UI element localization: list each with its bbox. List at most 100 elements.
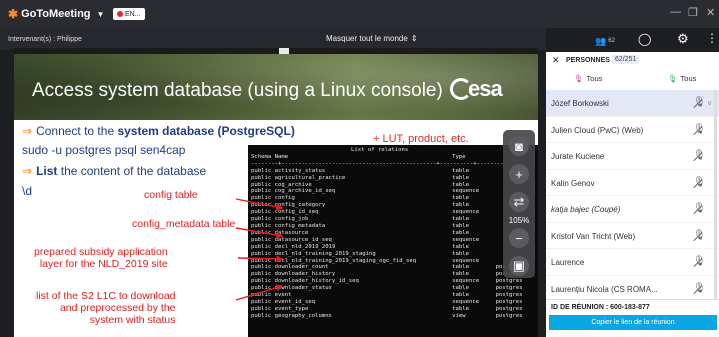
participant-item[interactable]: katja bajec (Coupé) 🎙 [546, 196, 719, 223]
hide-all-label: Masquer tout le monde [326, 34, 408, 43]
terminal-cell: public [251, 271, 272, 278]
muted-mic-icon[interactable]: 🎙 [693, 283, 706, 294]
slide-edge-mark [279, 48, 289, 54]
filter-muted-all[interactable]: 🎙 Tous [574, 74, 602, 83]
terminal-cell: config_category [274, 202, 326, 209]
terminal-row: public agricultural_practice table [251, 175, 535, 182]
participant-item[interactable]: Józef Borkowski 🎙 ∨ [546, 90, 719, 117]
terminal-row: public config_category table [251, 202, 535, 209]
copy-link-button[interactable]: Copier le lien de la réunion [549, 315, 717, 330]
app-menu[interactable]: ✱ GoToMeeting ▼ [8, 7, 104, 21]
terminal-row: public config_metadata table [251, 223, 535, 230]
more-options-icon[interactable]: ⋮ [706, 31, 718, 45]
describe-command: \d [22, 184, 33, 198]
zoom-out-button[interactable]: − [509, 228, 529, 248]
updown-chevron-icon: ⇕ [410, 34, 418, 43]
terminal-header-cell: Schema [251, 153, 272, 160]
terminal-row: public downloader_history_id_seq sequence p… [251, 278, 535, 285]
participant-item[interactable]: Julien Cloud (PwC) (Web) 🎙 [546, 117, 719, 143]
muted-mic-icon[interactable]: 🎙 [693, 230, 706, 241]
terminal-cell: event_type [274, 305, 309, 312]
annotation-config-table: config table [144, 189, 198, 201]
terminal-cell: postgres [495, 278, 523, 285]
camera-icon[interactable]: ◙ [509, 136, 529, 156]
participant-name: Jurate Kuciene [551, 152, 605, 161]
presenter-strip: Intervenant(s) : Philippe Masquer tout l… [0, 28, 546, 50]
participant-name: Julien Cloud (PwC) (Web) [551, 125, 644, 135]
close-panel-icon[interactable]: ✕ [552, 55, 560, 66]
gear-icon[interactable]: ⚙ [677, 31, 689, 47]
terminal-row: public activity_status table [251, 168, 535, 175]
recording-badge[interactable]: EN... [113, 8, 145, 20]
terminal-row: publicdownloader_counttablepostgres [251, 264, 535, 271]
terminal-cell: postgres [495, 298, 523, 305]
terminal-cell: sequence [452, 236, 480, 243]
terminal-cell: table [452, 243, 470, 250]
terminal-cell: public [251, 278, 272, 285]
terminal-cell: cog_archive_id_seq [274, 188, 336, 195]
annotation-subsidy-layer: prepared subsidy application layer for th… [34, 246, 168, 270]
filter-unmuted-all[interactable]: 🎙 Tous [668, 74, 696, 83]
terminal-cell: table [452, 202, 470, 209]
terminal-row: publicdownloader_historytablepostgres [251, 271, 535, 278]
muted-mic-icon[interactable]: 🎙 [693, 256, 706, 267]
fullscreen-icon[interactable]: ▣ [509, 256, 529, 276]
close-window-icon[interactable]: ✕ [706, 6, 715, 19]
participant-name: Laurențiu Nicola (CS ROMA... [551, 284, 658, 294]
terminal-cell: config [274, 195, 295, 202]
terminal-cell: table [452, 195, 470, 202]
annotation-line: and preprocessed by the [59, 302, 176, 314]
people-icon: 👥 [595, 35, 607, 46]
annotation-line: layer for the NLD_2019 site [39, 258, 168, 270]
annotation-line: system with status [89, 314, 176, 326]
people-tab[interactable]: 👥 62 [585, 30, 625, 54]
terminal-row: public downloader_status table postgres [251, 285, 535, 292]
bullet-arrow-icon: ⇒ [22, 124, 33, 138]
terminal-cell: public [251, 312, 272, 319]
terminal-cell: sequence [452, 278, 480, 285]
participant-item[interactable]: Kristof Van Tricht (Web) 🎙 [546, 223, 719, 249]
meeting-id: ID DE RÉUNION : 600-183-877 [551, 304, 650, 311]
muted-mic-icon[interactable]: 🎙 [693, 177, 706, 188]
participant-name: Laurence [551, 258, 585, 267]
terminal-cell: postgres [495, 312, 523, 319]
chat-icon[interactable]: ◯ [638, 32, 651, 46]
terminal-cell: public [251, 285, 272, 292]
muted-mic-icon[interactable]: 🎙 [693, 150, 706, 161]
participant-scrollbar[interactable] [714, 90, 717, 300]
participant-list: Józef Borkowski 🎙 ∨ Julien Cloud (PwC) (Web… [546, 90, 719, 329]
terminal-cell: postgres [495, 305, 523, 312]
participant-item[interactable]: Laurence 🎙 [546, 249, 719, 276]
muted-mic-icon[interactable]: 🎙 [693, 97, 706, 108]
bullet-connect-bold: system database (PostgreSQL) [117, 124, 295, 138]
muted-mic-icon[interactable]: 🎙 [693, 124, 706, 135]
people-panel: ✕ PERSONNES 62/251 🎙 Tous 🎙 Tous Józef Bor… [546, 52, 719, 337]
bullet-list-bold: List [36, 164, 58, 178]
mic-icon: 🎙 [668, 74, 678, 83]
muted-mic-icon[interactable]: 🎙 [693, 203, 706, 214]
terminal-cell: config_metadata [274, 222, 326, 229]
fit-icon[interactable]: ⇄ [509, 192, 529, 212]
terminal-row: public event_type table postgres [251, 306, 535, 313]
minimize-icon[interactable]: — [670, 6, 681, 18]
terminal-row: public datasource table [251, 230, 535, 237]
chevron-down-icon[interactable]: ∨ [707, 99, 712, 107]
participant-item[interactable]: Kalin Genov 🎙 [546, 170, 719, 196]
meeting-info: ID DE RÉUNION : 600-183-877 Copier le li… [546, 299, 719, 337]
terminal-header-cell: Name [274, 153, 289, 160]
zoom-in-button[interactable]: + [509, 164, 529, 184]
participant-name: katja bajec (Coupé) [551, 205, 621, 214]
participant-name: Kalin Genov [551, 178, 595, 188]
terminal-caption: List of relations [251, 147, 535, 154]
audio-filters: 🎙 Tous 🎙 Tous [546, 70, 719, 90]
terminal-cell: sequence [452, 257, 480, 264]
terminal-row: public config_job table [251, 216, 535, 223]
annotation-line: prepared subsidy application [34, 246, 168, 258]
panel-header: ✕ PERSONNES 62/251 [546, 52, 719, 68]
terminal-cell: table [452, 285, 470, 292]
hide-all-toggle[interactable]: Masquer tout le monde ⇕ [326, 34, 418, 43]
terminal-cell: public [251, 167, 272, 174]
restore-icon[interactable]: ❐ [688, 6, 698, 19]
slide-top-edge [14, 48, 538, 54]
participant-item[interactable]: Jurate Kuciene 🎙 [546, 143, 719, 170]
